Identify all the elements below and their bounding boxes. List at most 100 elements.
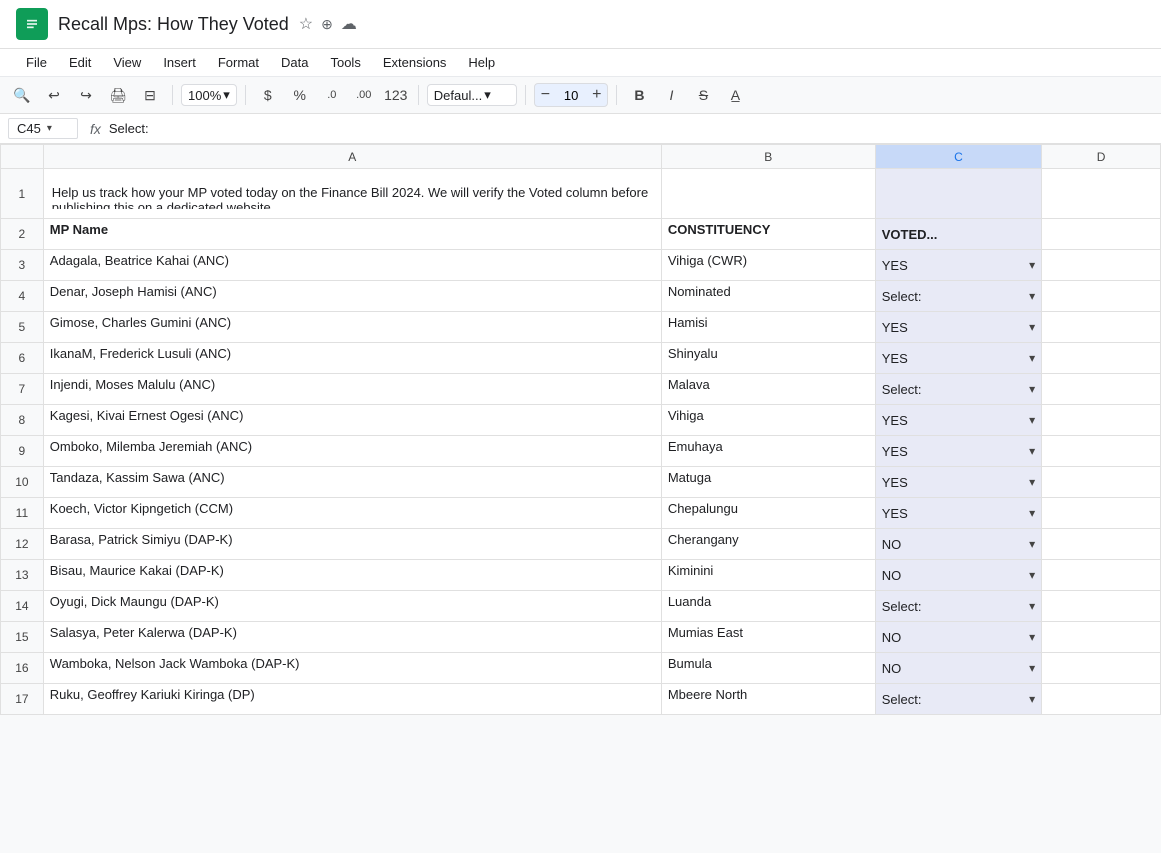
search-button[interactable]: 🔍: [8, 81, 36, 109]
cell-reference-box[interactable]: C45 ▾: [8, 118, 78, 139]
cell-16-b[interactable]: Bumula: [661, 653, 875, 684]
cell-14-b[interactable]: Luanda: [661, 591, 875, 622]
cell-7-a[interactable]: Injendi, Moses Malulu (ANC): [43, 374, 661, 405]
cell-7-d[interactable]: [1042, 374, 1161, 405]
cell-1-d[interactable]: [1042, 169, 1161, 219]
cell-8-a[interactable]: Kagesi, Kivai Ernest Ogesi (ANC): [43, 405, 661, 436]
cell-6-b[interactable]: Shinyalu: [661, 343, 875, 374]
cell-13-a[interactable]: Bisau, Maurice Kakai (DAP-K): [43, 560, 661, 591]
number-format-button[interactable]: 123: [382, 81, 410, 109]
cell-1-a[interactable]: Help us track how your MP voted today on…: [43, 169, 661, 219]
print-button[interactable]: 🖨: [104, 81, 132, 109]
cell-5-a[interactable]: Gimose, Charles Gumini (ANC): [43, 312, 661, 343]
cell-9-d[interactable]: [1042, 436, 1161, 467]
bold-button[interactable]: B: [625, 81, 653, 109]
dropdown-arrow-4[interactable]: ▾: [1029, 289, 1035, 303]
star-icon[interactable]: ☆: [299, 14, 313, 34]
italic-button[interactable]: I: [657, 81, 685, 109]
cell-6-c[interactable]: YES▾: [875, 343, 1041, 374]
cell-5-b[interactable]: Hamisi: [661, 312, 875, 343]
cell-4-a[interactable]: Denar, Joseph Hamisi (ANC): [43, 281, 661, 312]
dropdown-arrow-15[interactable]: ▾: [1029, 630, 1035, 644]
history-icon[interactable]: ⊕: [321, 16, 333, 33]
menu-data[interactable]: Data: [271, 51, 318, 74]
font-size-input[interactable]: [556, 88, 586, 103]
paint-format-button[interactable]: ⊟: [136, 81, 164, 109]
col-header-a[interactable]: A: [43, 145, 661, 169]
cell-2-b[interactable]: CONSTITUENCY: [661, 219, 875, 250]
percent-button[interactable]: %: [286, 81, 314, 109]
menu-insert[interactable]: Insert: [153, 51, 206, 74]
cell-10-c[interactable]: YES▾: [875, 467, 1041, 498]
cell-6-d[interactable]: [1042, 343, 1161, 374]
dropdown-arrow-9[interactable]: ▾: [1029, 444, 1035, 458]
col-header-d[interactable]: D: [1042, 145, 1161, 169]
col-header-b[interactable]: B: [661, 145, 875, 169]
cell-4-b[interactable]: Nominated: [661, 281, 875, 312]
cell-16-d[interactable]: [1042, 653, 1161, 684]
menu-extensions[interactable]: Extensions: [373, 51, 457, 74]
cell-13-b[interactable]: Kiminini: [661, 560, 875, 591]
cell-7-b[interactable]: Malava: [661, 374, 875, 405]
decimal-less-button[interactable]: .0: [318, 81, 346, 109]
cell-17-b[interactable]: Mbeere North: [661, 684, 875, 715]
dropdown-arrow-14[interactable]: ▾: [1029, 599, 1035, 613]
cell-12-d[interactable]: [1042, 529, 1161, 560]
cell-11-c[interactable]: YES▾: [875, 498, 1041, 529]
currency-button[interactable]: $: [254, 81, 282, 109]
cell-2-c[interactable]: VOTED...: [875, 219, 1041, 250]
dropdown-arrow-7[interactable]: ▾: [1029, 382, 1035, 396]
zoom-control[interactable]: 100% ▾: [181, 84, 237, 106]
cell-8-b[interactable]: Vihiga: [661, 405, 875, 436]
cell-9-c[interactable]: YES▾: [875, 436, 1041, 467]
cell-15-a[interactable]: Salasya, Peter Kalerwa (DAP-K): [43, 622, 661, 653]
redo-button[interactable]: ↪: [72, 81, 100, 109]
cell-9-a[interactable]: Omboko, Milemba Jeremiah (ANC): [43, 436, 661, 467]
cell-3-c[interactable]: YES▾: [875, 250, 1041, 281]
dropdown-arrow-13[interactable]: ▾: [1029, 568, 1035, 582]
cell-17-d[interactable]: [1042, 684, 1161, 715]
cell-13-c[interactable]: NO▾: [875, 560, 1041, 591]
cell-12-a[interactable]: Barasa, Patrick Simiyu (DAP-K): [43, 529, 661, 560]
font-size-decrease[interactable]: −: [535, 84, 556, 106]
menu-tools[interactable]: Tools: [320, 51, 370, 74]
cell-3-d[interactable]: [1042, 250, 1161, 281]
strikethrough-button[interactable]: S: [689, 81, 717, 109]
cell-14-a[interactable]: Oyugi, Dick Maungu (DAP-K): [43, 591, 661, 622]
cell-15-d[interactable]: [1042, 622, 1161, 653]
cell-9-b[interactable]: Emuhaya: [661, 436, 875, 467]
dropdown-arrow-3[interactable]: ▾: [1029, 258, 1035, 272]
cell-7-c[interactable]: Select:▾: [875, 374, 1041, 405]
menu-view[interactable]: View: [103, 51, 151, 74]
cell-1-c[interactable]: [875, 169, 1041, 219]
cell-4-c[interactable]: Select:▾: [875, 281, 1041, 312]
font-selector[interactable]: Defaul... ▾: [427, 84, 517, 106]
font-size-increase[interactable]: +: [586, 84, 607, 106]
cell-14-c[interactable]: Select:▾: [875, 591, 1041, 622]
dropdown-arrow-16[interactable]: ▾: [1029, 661, 1035, 675]
cell-10-a[interactable]: Tandaza, Kassim Sawa (ANC): [43, 467, 661, 498]
cell-11-a[interactable]: Koech, Victor Kipngetich (CCM): [43, 498, 661, 529]
cell-8-c[interactable]: YES▾: [875, 405, 1041, 436]
cell-4-d[interactable]: [1042, 281, 1161, 312]
cell-10-b[interactable]: Matuga: [661, 467, 875, 498]
cell-1-b[interactable]: [661, 169, 875, 219]
dropdown-arrow-8[interactable]: ▾: [1029, 413, 1035, 427]
menu-format[interactable]: Format: [208, 51, 269, 74]
dropdown-arrow-5[interactable]: ▾: [1029, 320, 1035, 334]
cell-2-a[interactable]: MP Name: [43, 219, 661, 250]
cell-11-b[interactable]: Chepalungu: [661, 498, 875, 529]
cell-ref-dropdown[interactable]: ▾: [47, 123, 52, 134]
cell-5-c[interactable]: YES▾: [875, 312, 1041, 343]
cell-5-d[interactable]: [1042, 312, 1161, 343]
col-header-c[interactable]: C: [875, 145, 1041, 169]
undo-button[interactable]: ↩: [40, 81, 68, 109]
cell-3-b[interactable]: Vihiga (CWR): [661, 250, 875, 281]
cell-12-c[interactable]: NO▾: [875, 529, 1041, 560]
dropdown-arrow-10[interactable]: ▾: [1029, 475, 1035, 489]
dropdown-arrow-6[interactable]: ▾: [1029, 351, 1035, 365]
cell-2-d[interactable]: [1042, 219, 1161, 250]
cell-8-d[interactable]: [1042, 405, 1161, 436]
cell-13-d[interactable]: [1042, 560, 1161, 591]
dropdown-arrow-17[interactable]: ▾: [1029, 692, 1035, 706]
